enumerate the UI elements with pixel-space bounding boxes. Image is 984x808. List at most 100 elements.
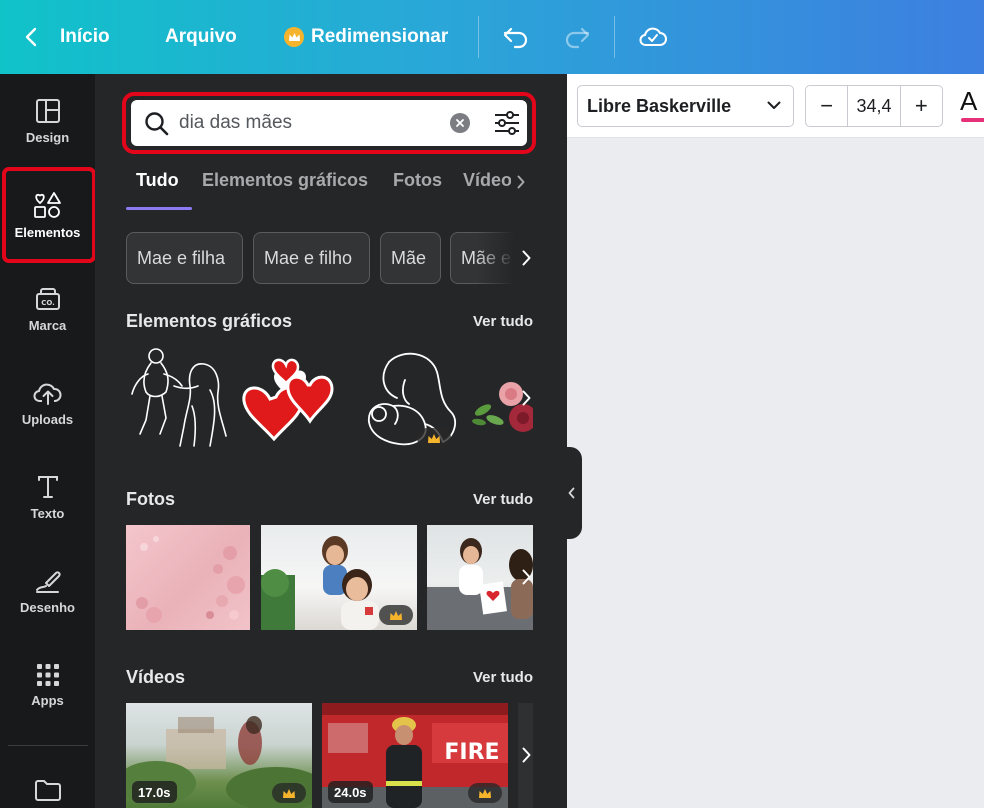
font-size-stepper: − 34,4 +	[805, 85, 943, 127]
search-icon	[145, 112, 169, 136]
rail-divider	[8, 745, 88, 746]
file-menu-label: Arquivo	[165, 26, 237, 47]
premium-badge	[379, 605, 413, 625]
resize-label: Redimensionar	[311, 26, 449, 47]
tab-photos[interactable]: Fotos	[393, 170, 442, 191]
rail-item-label: Design	[25, 129, 70, 145]
crown-icon	[390, 610, 402, 620]
font-family-select[interactable]: Libre Baskerville	[577, 85, 794, 127]
videos-next-button[interactable]	[519, 743, 533, 767]
graphics-section-title: Elementos gráficos	[126, 311, 293, 331]
graphic-mother-child-lineart[interactable]	[126, 346, 230, 454]
rail-item-projects[interactable]	[0, 764, 95, 808]
crown-icon	[284, 27, 304, 47]
redo-icon	[565, 27, 590, 49]
chips-next-button[interactable]	[518, 246, 534, 270]
chevron-right-icon	[522, 569, 530, 585]
graphics-see-all-link[interactable]: Ver tudo	[473, 313, 533, 330]
rail-item-brand[interactable]: CO. Marca	[0, 264, 95, 354]
crown-icon	[428, 433, 440, 443]
premium-badge	[468, 783, 502, 803]
cloud-save-button[interactable]	[638, 0, 668, 74]
pen-icon	[35, 570, 61, 593]
chip-suggestion[interactable]: Mae e filho	[253, 232, 370, 284]
videos-section-title: Vídeos	[126, 667, 186, 687]
svg-text:CO.: CO.	[41, 299, 55, 307]
chip-suggestion[interactable]: Mae e filha	[126, 232, 243, 284]
tabs-next-button[interactable]	[513, 172, 529, 192]
graphic-red-hearts[interactable]	[240, 355, 344, 445]
back-label: Início	[60, 26, 110, 47]
increase-font-size-button[interactable]: +	[901, 86, 942, 126]
cloud-check-icon	[639, 27, 667, 46]
decrease-font-size-button[interactable]: −	[806, 86, 847, 126]
clear-search-button[interactable]	[450, 113, 470, 133]
fire-truck-text: FIRE	[444, 740, 499, 765]
collapse-panel-button[interactable]	[561, 447, 582, 539]
back-button[interactable]: Início	[24, 0, 110, 74]
active-tab-indicator	[126, 207, 192, 210]
top-bar: Início Arquivo Redimensionar	[0, 0, 984, 74]
rail-item-apps[interactable]: Apps	[0, 640, 95, 730]
red-hearts-image	[242, 358, 334, 442]
crown-icon	[479, 788, 491, 798]
left-rail: Design Elementos CO. Marca Uploads Texto…	[0, 74, 96, 808]
file-menu-button[interactable]: Arquivo	[165, 0, 237, 74]
canvas-area[interactable]	[582, 139, 984, 808]
crown-icon	[283, 788, 295, 798]
font-family-value: Libre Baskerville	[587, 95, 732, 116]
chevron-left-icon	[568, 487, 575, 499]
elements-highlight	[2, 167, 96, 263]
graphic-mother-baby-outline[interactable]	[359, 346, 459, 454]
chevron-right-icon	[522, 390, 530, 406]
chevron-left-icon	[25, 27, 37, 47]
pink-hearts-photo	[136, 536, 245, 623]
layout-icon	[35, 98, 60, 123]
text-color-swatch	[961, 118, 984, 122]
search-input[interactable]	[179, 100, 439, 146]
rail-item-text[interactable]: Texto	[0, 452, 95, 542]
family-card-photo	[427, 538, 533, 630]
chip-suggestion[interactable]: Mãe	[380, 232, 441, 284]
text-toolbar: Libre Baskerville − 34,4 + A	[567, 74, 984, 138]
rail-item-label: Desenho	[20, 599, 75, 615]
graphics-next-button[interactable]	[519, 386, 533, 410]
redo-button[interactable]	[563, 0, 591, 74]
tab-videos[interactable]: Vídeos	[463, 170, 511, 191]
close-icon	[456, 119, 464, 127]
filter-button[interactable]	[493, 110, 521, 136]
search-box	[131, 100, 527, 146]
rail-item-uploads[interactable]: Uploads	[0, 358, 95, 448]
folder-icon	[34, 780, 61, 801]
mother-child-lineart-image	[131, 348, 227, 447]
toolbar-divider	[614, 16, 615, 58]
rail-item-draw[interactable]: Desenho	[0, 546, 95, 636]
photo-mother-daughter[interactable]	[261, 525, 417, 630]
chevron-right-icon	[522, 747, 530, 763]
elements-panel: Tudo Elementos gráficos Fotos Vídeos Mae…	[95, 74, 567, 808]
suggestion-chips: Mae e filha Mae e filho Mãe Mãe e bebê	[126, 232, 536, 284]
photo-pink-hearts[interactable]	[126, 525, 250, 630]
video-firefighter[interactable]: FIRE 24.0s	[322, 703, 508, 808]
text-color-button[interactable]: A	[960, 86, 977, 117]
videos-see-all-link[interactable]: Ver tudo	[473, 669, 533, 686]
text-icon	[37, 475, 58, 498]
photos-next-button[interactable]	[519, 565, 533, 589]
rail-item-label: Apps	[31, 692, 64, 708]
video-duration-badge: 17.0s	[132, 781, 177, 803]
chevron-right-icon	[517, 175, 525, 189]
resize-button[interactable]: Redimensionar	[284, 0, 448, 74]
rail-item-label: Uploads	[21, 411, 74, 427]
tab-graphics[interactable]: Elementos gráficos	[202, 170, 368, 191]
photo-family-card[interactable]	[427, 525, 533, 630]
video-blurred-garden[interactable]: 17.0s	[126, 703, 312, 808]
brand-icon: CO.	[35, 287, 60, 310]
font-size-value[interactable]: 34,4	[847, 86, 901, 126]
rail-item-design[interactable]: Design	[0, 76, 95, 166]
photos-see-all-link[interactable]: Ver tudo	[473, 491, 533, 508]
undo-button[interactable]	[502, 0, 530, 74]
chevron-down-icon	[767, 101, 781, 109]
photos-section-title: Fotos	[126, 489, 175, 509]
result-tabs: Tudo Elementos gráficos Fotos Vídeos	[126, 170, 536, 210]
tab-all[interactable]: Tudo	[136, 170, 179, 191]
